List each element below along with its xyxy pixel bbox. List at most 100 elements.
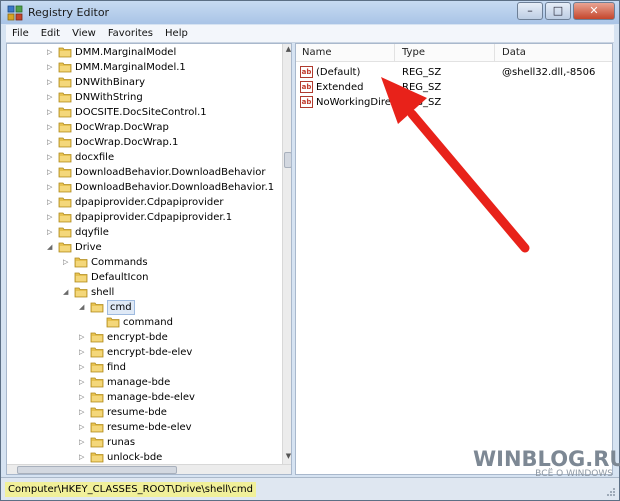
value-row[interactable]: ab NoWorkingDire... REG_SZ — [296, 95, 612, 110]
values-list-pane[interactable]: Name Type Data ab (Default) REG_SZ @shell32… — [295, 43, 613, 475]
title-bar[interactable]: Registry Editor – □ ✕ — [1, 1, 619, 24]
tree-node-resume-bde-elev[interactable]: ▷ resume-bde-elev — [7, 420, 277, 435]
tree-node-label: DownloadBehavior.DownloadBehavior — [75, 167, 266, 178]
collapse-triangle-icon[interactable]: ◢ — [79, 303, 87, 311]
tree-node-encrypt-bde-elev[interactable]: ▷ encrypt-bde-elev — [7, 345, 277, 360]
folder-icon — [58, 91, 72, 103]
tree-node-docwrap-docwrap-1[interactable]: ▷ DocWrap.DocWrap.1 — [7, 135, 277, 150]
collapse-triangle-icon[interactable]: ◢ — [47, 243, 55, 251]
column-header-type[interactable]: Type — [402, 47, 425, 58]
tree-node-label: command — [123, 317, 173, 328]
tree-horizontal-scroll-thumb[interactable] — [17, 466, 177, 474]
expand-triangle-icon[interactable]: ▷ — [79, 348, 87, 356]
menu-edit[interactable]: Edit — [35, 28, 66, 39]
tree-node-dmm-marginalmodel-1[interactable]: ▷ DMM.MarginalModel.1 — [7, 60, 277, 75]
scroll-up-arrow-icon[interactable]: ▲ — [284, 45, 291, 55]
tree-node-docsite-docsitecontrol-1[interactable]: ▷ DOCSITE.DocSiteControl.1 — [7, 105, 277, 120]
tree-node-shell[interactable]: ◢ shell — [7, 285, 277, 300]
tree-vertical-scroll-thumb[interactable] — [284, 152, 291, 168]
expand-triangle-icon[interactable]: ▷ — [79, 378, 87, 386]
expand-triangle-icon[interactable]: ▷ — [47, 78, 55, 86]
tree-node-downloadbehavior-downloadbehavior-1[interactable]: ▷ DownloadBehavior.DownloadBehavior.1 — [7, 180, 277, 195]
column-divider[interactable] — [494, 44, 495, 62]
expand-triangle-icon[interactable]: ▷ — [79, 408, 87, 416]
expand-triangle-icon[interactable]: ▷ — [79, 438, 87, 446]
tree-node-unlock-bde[interactable]: ▷ unlock-bde — [7, 450, 277, 465]
folder-icon — [74, 256, 88, 268]
tree-node-dpapiprovider-cdpapiprovider[interactable]: ▷ dpapiprovider.Cdpapiprovider — [7, 195, 277, 210]
expand-triangle-icon[interactable]: ▷ — [79, 423, 87, 431]
tree-node-label: manage-bde-elev — [107, 392, 195, 403]
expand-triangle-icon[interactable]: ▷ — [47, 48, 55, 56]
column-header-name[interactable]: Name — [302, 47, 332, 58]
scroll-down-arrow-icon[interactable]: ▼ — [284, 452, 291, 462]
close-button[interactable]: ✕ — [573, 2, 615, 20]
expand-triangle-icon[interactable]: ▷ — [47, 93, 55, 101]
value-row[interactable]: ab Extended REG_SZ — [296, 80, 612, 95]
tree-node-drive[interactable]: ◢ Drive — [7, 240, 277, 255]
expand-triangle-icon[interactable]: ▷ — [79, 393, 87, 401]
tree-node-commands[interactable]: ▷ Commands — [7, 255, 277, 270]
folder-icon — [58, 121, 72, 133]
tree-horizontal-scrollbar[interactable] — [7, 464, 291, 474]
folder-icon — [58, 181, 72, 193]
folder-icon — [58, 226, 72, 238]
column-header-data[interactable]: Data — [502, 47, 526, 58]
tree-node-docxfile[interactable]: ▷ docxfile — [7, 150, 277, 165]
tree-node-cmd[interactable]: ◢ cmd — [7, 300, 277, 315]
tree-vertical-scrollbar[interactable]: ▲ ▼ — [282, 44, 291, 464]
expand-triangle-icon[interactable]: ▷ — [79, 333, 87, 341]
expand-triangle-icon[interactable]: ▷ — [47, 123, 55, 131]
tree-node-manage-bde[interactable]: ▷ manage-bde — [7, 375, 277, 390]
tree-node-resume-bde[interactable]: ▷ resume-bde — [7, 405, 277, 420]
expand-triangle-icon[interactable]: ▷ — [47, 63, 55, 71]
expand-triangle-icon[interactable]: ▷ — [47, 183, 55, 191]
expand-triangle-icon[interactable]: ▷ — [47, 153, 55, 161]
tree-node-find[interactable]: ▷ find — [7, 360, 277, 375]
value-name: (Default) — [316, 67, 361, 78]
folder-icon — [90, 346, 104, 358]
minimize-button[interactable]: – — [517, 2, 543, 20]
tree-node-encrypt-bde[interactable]: ▷ encrypt-bde — [7, 330, 277, 345]
tree-node-manage-bde-elev[interactable]: ▷ manage-bde-elev — [7, 390, 277, 405]
expand-triangle-icon[interactable]: ▷ — [47, 168, 55, 176]
collapse-triangle-icon[interactable]: ◢ — [63, 288, 71, 296]
string-value-icon: ab — [300, 96, 313, 108]
expand-triangle-icon[interactable]: ▷ — [79, 453, 87, 461]
tree-node-dmm-marginalmodel[interactable]: ▷ DMM.MarginalModel — [7, 45, 277, 60]
folder-icon — [58, 106, 72, 118]
menu-help[interactable]: Help — [159, 28, 194, 39]
column-divider[interactable] — [394, 44, 395, 62]
tree-node-downloadbehavior-downloadbehavior[interactable]: ▷ DownloadBehavior.DownloadBehavior — [7, 165, 277, 180]
tree-node-label: Commands — [91, 257, 148, 268]
expand-triangle-icon[interactable]: ▷ — [47, 138, 55, 146]
tree-node-dnwithbinary[interactable]: ▷ DNWithBinary — [7, 75, 277, 90]
tree-node-label: encrypt-bde-elev — [107, 347, 193, 358]
tree-node-dpapiprovider-cdpapiprovider-1[interactable]: ▷ dpapiprovider.Cdpapiprovider.1 — [7, 210, 277, 225]
expand-triangle-icon[interactable]: ▷ — [47, 198, 55, 206]
menu-view[interactable]: View — [66, 28, 102, 39]
tree-node-label: DownloadBehavior.DownloadBehavior.1 — [75, 182, 275, 193]
resize-grip-icon[interactable] — [606, 487, 616, 497]
tree-node-dnwithstring[interactable]: ▷ DNWithString — [7, 90, 277, 105]
registry-tree-pane[interactable]: ▷ DMM.MarginalModel ▷ DMM.MarginalModel.1 ▷ D… — [6, 43, 292, 475]
tree-node-defaulticon[interactable]: DefaultIcon — [7, 270, 277, 285]
maximize-button[interactable]: □ — [545, 2, 571, 20]
tree-node-runas[interactable]: ▷ runas — [7, 435, 277, 450]
watermark: WINBLOG.RU ВСЁ О WINDOWS — [473, 447, 620, 479]
folder-icon — [58, 46, 72, 58]
menu-file[interactable]: File — [6, 28, 35, 39]
folder-icon — [90, 376, 104, 388]
tree-node-docwrap-docwrap[interactable]: ▷ DocWrap.DocWrap — [7, 120, 277, 135]
expand-triangle-icon[interactable]: ▷ — [63, 258, 71, 266]
expand-triangle-icon[interactable]: ▷ — [47, 213, 55, 221]
expand-triangle-icon[interactable]: ▷ — [47, 228, 55, 236]
tree-node-command[interactable]: command — [7, 315, 277, 330]
tree-node-dqyfile[interactable]: ▷ dqyfile — [7, 225, 277, 240]
expand-triangle-icon[interactable]: ▷ — [47, 108, 55, 116]
status-bar: Computer\HKEY_CLASSES_ROOT\Drive\shell\c… — [1, 477, 619, 500]
value-row[interactable]: ab (Default) REG_SZ @shell32.dll,-8506 — [296, 65, 612, 80]
menu-favorites[interactable]: Favorites — [102, 28, 159, 39]
folder-icon — [90, 391, 104, 403]
expand-triangle-icon[interactable]: ▷ — [79, 363, 87, 371]
